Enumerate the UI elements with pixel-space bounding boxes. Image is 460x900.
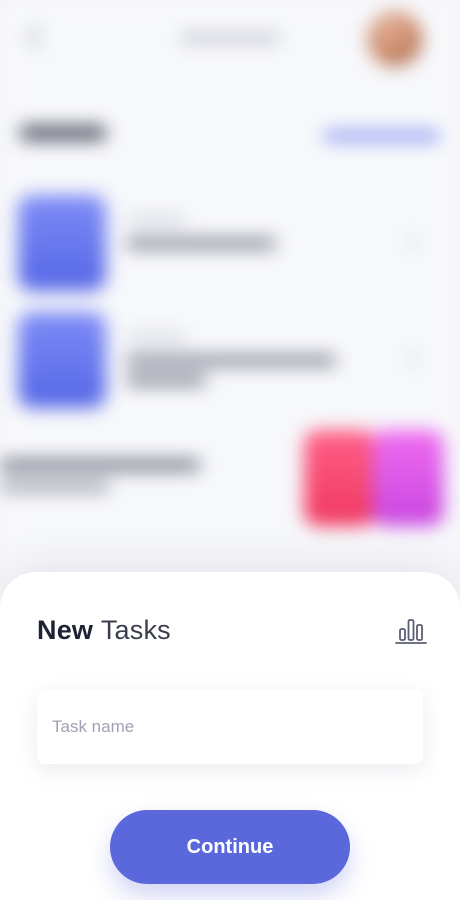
background-list-item [18, 195, 438, 291]
background-section-title [20, 126, 106, 140]
background-section-link [324, 132, 440, 140]
new-task-sheet: New Tasks Continue [0, 572, 460, 900]
bar-chart-icon[interactable] [394, 616, 428, 646]
background-header [0, 0, 460, 80]
background-edit-action [372, 430, 444, 526]
background-more-icon [406, 235, 420, 249]
avatar [368, 12, 422, 66]
background-delete-action [304, 430, 376, 526]
background-list-item [18, 312, 438, 408]
background-list-item-swiped [0, 430, 460, 530]
chevron-left-icon [26, 24, 52, 50]
continue-button[interactable]: Continue [110, 810, 350, 884]
background-page-title [180, 34, 280, 42]
sheet-title-light: Tasks [100, 615, 171, 645]
sheet-title-bold: New [37, 615, 94, 645]
background-more-icon [406, 352, 420, 366]
sheet-title: New Tasks [37, 614, 171, 646]
background-task-tile [18, 195, 106, 291]
background-task-tile [18, 312, 106, 408]
task-name-input[interactable] [37, 690, 423, 764]
task-name-field [37, 690, 423, 764]
